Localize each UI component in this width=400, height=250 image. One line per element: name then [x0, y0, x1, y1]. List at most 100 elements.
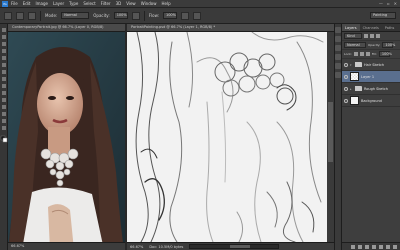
sketch-canvas[interactable]: [127, 32, 327, 242]
link-layers-icon[interactable]: [351, 244, 355, 249]
menu-file[interactable]: File: [11, 1, 18, 6]
reference-photo: [8, 32, 125, 250]
layer-group-row[interactable]: ▸ Rough Sketch: [342, 83, 400, 95]
menu-help[interactable]: Help: [161, 1, 170, 6]
scrollbar-thumb[interactable]: [328, 102, 333, 162]
folder-icon: [355, 86, 362, 91]
menu-edit[interactable]: Edit: [23, 1, 31, 6]
vertical-scrollbar[interactable]: [327, 32, 334, 242]
lock-all-icon[interactable]: [365, 52, 370, 56]
status-bar: 66.67% Doc: 10.5M/0 bytes: [127, 242, 334, 250]
menu-view[interactable]: View: [126, 1, 136, 6]
layer-opacity-field[interactable]: 100%: [382, 42, 395, 48]
scrollbar-thumb[interactable]: [230, 245, 251, 248]
menu-select[interactable]: Select: [83, 1, 95, 6]
photo-status-bar: 66.67%: [8, 242, 125, 250]
tab-layers[interactable]: Layers: [342, 24, 360, 31]
lock-transparency-icon[interactable]: [353, 52, 358, 56]
reference-photo-document: ContemporaryPortrait.jpg @ 66.7% (Layer …: [8, 24, 125, 250]
tab-channels[interactable]: Channels: [360, 24, 382, 31]
history-icon[interactable]: [335, 27, 341, 33]
layer-group-row[interactable]: ▾ Hair Sketch: [342, 59, 400, 71]
document-tab[interactable]: PortraitPainting.psd @ 66.7% (Layer 1, R…: [127, 24, 334, 32]
visibility-eye-icon[interactable]: [344, 62, 348, 67]
layer-name[interactable]: Layer 1: [361, 75, 374, 79]
pressure-opacity-icon[interactable]: [131, 11, 140, 20]
tab-paths[interactable]: Paths: [382, 24, 398, 31]
separator: [40, 10, 41, 21]
tool-icons[interactable]: [0, 24, 8, 250]
flow-field[interactable]: 100%: [162, 12, 177, 19]
workspace-select[interactable]: Painting: [370, 12, 396, 19]
blend-row: Normal Opacity: 100%: [342, 41, 400, 50]
tools-panel: [0, 24, 8, 250]
lock-label: Lock:: [344, 52, 352, 56]
brush-preset-icon[interactable]: [16, 11, 24, 20]
mode-label: Mode:: [45, 13, 58, 18]
trash-icon[interactable]: [393, 244, 397, 249]
layer-name[interactable]: Rough Sketch: [364, 87, 388, 91]
blend-mode-select[interactable]: Normal: [344, 42, 366, 48]
menu-layer[interactable]: Layer: [53, 1, 64, 6]
menu-3d[interactable]: 3D: [116, 1, 122, 6]
layer-opacity-label: Opacity:: [368, 43, 381, 47]
adjustments-icon[interactable]: [335, 63, 341, 69]
maximize-button[interactable]: ▫: [387, 1, 390, 6]
layer-name[interactable]: Background: [361, 99, 382, 103]
folder-icon: [355, 62, 362, 67]
visibility-eye-icon[interactable]: [344, 86, 348, 91]
filter-type-icon[interactable]: [376, 34, 380, 38]
options-bar: Mode: Normal Opacity: 100% Flow: 100% Pa…: [0, 8, 400, 24]
mode-select[interactable]: Normal: [61, 12, 90, 19]
flow-label: Flow:: [148, 13, 159, 18]
menu-filter[interactable]: Filter: [101, 1, 111, 6]
filter-pixel-icon[interactable]: [364, 34, 368, 38]
layers-panel: Layers Channels Paths Kind Normal Opacit…: [342, 24, 400, 250]
lock-row: Lock: Fill: 100%: [342, 50, 400, 59]
adjustment-layer-icon[interactable]: [372, 244, 376, 249]
fx-icon[interactable]: [358, 244, 362, 249]
layers-panel-footer: [342, 242, 400, 250]
document-tab[interactable]: ContemporaryPortrait.jpg @ 66.7% (Layer …: [8, 24, 125, 32]
properties-icon[interactable]: [335, 36, 341, 42]
minimize-button[interactable]: —: [379, 1, 383, 6]
document-info[interactable]: Doc: 10.5M/0 bytes: [149, 245, 183, 249]
brush-panel-icon[interactable]: [28, 11, 36, 20]
brush-tool-icon[interactable]: [4, 11, 12, 20]
layer-row-selected[interactable]: Layer 1: [342, 71, 400, 83]
panel-tabs: Layers Channels Paths: [342, 24, 400, 32]
menu-image[interactable]: Image: [35, 1, 48, 6]
chevron-down-icon[interactable]: ▾: [350, 63, 353, 67]
brush-presets-icon[interactable]: [335, 45, 341, 51]
fill-field[interactable]: 100%: [378, 51, 392, 57]
zoom-level[interactable]: 66.67%: [130, 245, 143, 249]
lock-position-icon[interactable]: [359, 52, 364, 56]
layer-row[interactable]: Background: [342, 95, 400, 107]
filter-adjustment-icon[interactable]: [370, 34, 374, 38]
new-group-icon[interactable]: [379, 244, 383, 249]
fill-label: Fill:: [371, 52, 377, 56]
close-button[interactable]: ✕: [394, 1, 397, 6]
chevron-right-icon[interactable]: ▸: [350, 87, 353, 91]
window-controls: — ▫ ✕: [379, 1, 397, 6]
menu-window[interactable]: Window: [141, 1, 157, 6]
pressure-size-icon[interactable]: [192, 11, 201, 20]
collapsed-panel-strip: [334, 24, 342, 250]
mask-icon[interactable]: [365, 244, 369, 249]
filter-kind-select[interactable]: Kind: [344, 33, 362, 39]
separator: [143, 10, 145, 21]
layer-thumbnail: [350, 72, 359, 81]
opacity-label: Opacity:: [93, 13, 110, 18]
layer-name[interactable]: Hair Sketch: [364, 63, 384, 67]
new-layer-icon[interactable]: [386, 244, 390, 249]
horizontal-scrollbar[interactable]: [189, 244, 280, 249]
airbrush-icon[interactable]: [180, 11, 189, 20]
styles-icon[interactable]: [335, 72, 341, 78]
swatches-icon[interactable]: [335, 54, 341, 60]
sketch-document: PortraitPainting.psd @ 66.7% (Layer 1, R…: [127, 24, 334, 250]
menu-type[interactable]: Type: [69, 1, 78, 6]
visibility-eye-icon[interactable]: [344, 98, 348, 103]
opacity-field[interactable]: 100%: [113, 12, 128, 19]
visibility-eye-icon[interactable]: [344, 74, 348, 79]
menu-bar: Ps File Edit Image Layer Type Select Fil…: [0, 0, 400, 8]
